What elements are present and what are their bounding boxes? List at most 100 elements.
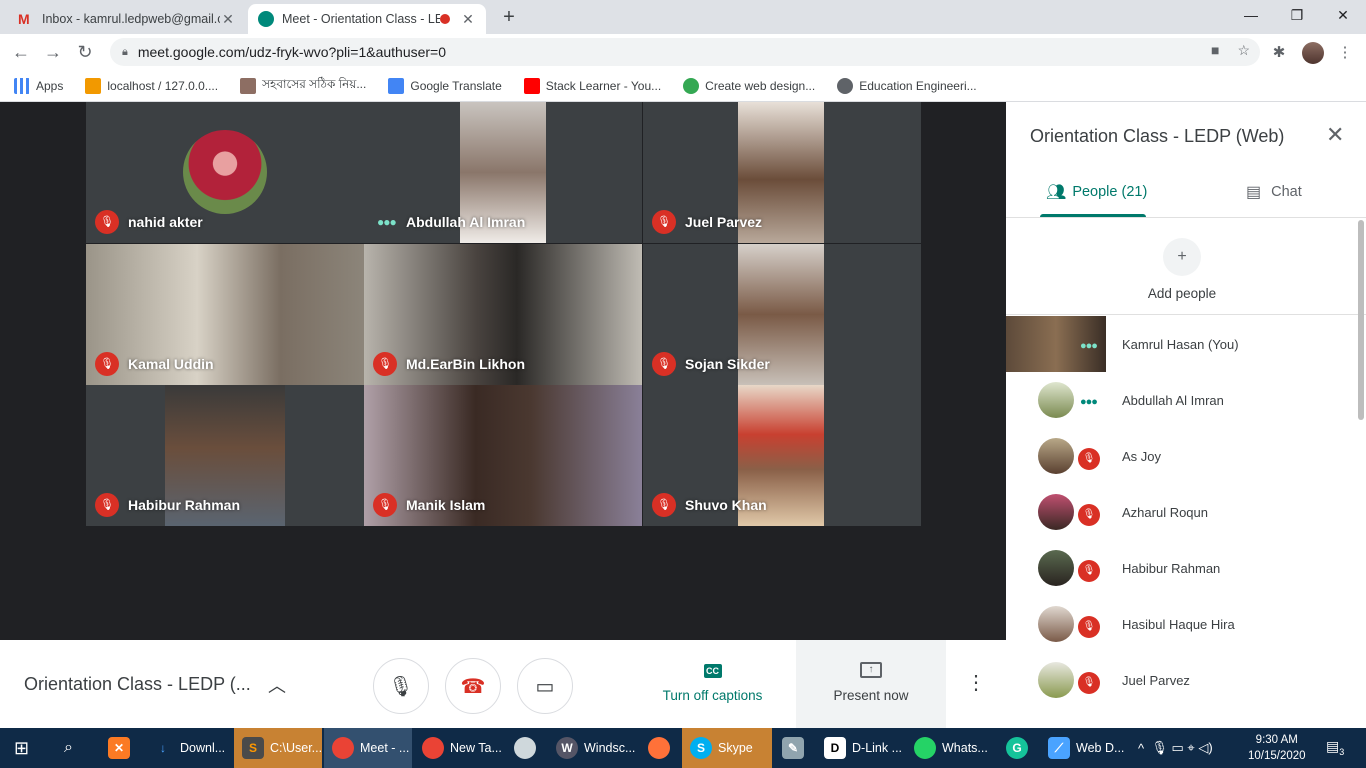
menu-icon[interactable]: ⋮ (1334, 42, 1356, 64)
people-tab-label: People (21) (1072, 184, 1148, 200)
participant-name: Shuvo Khan (685, 497, 767, 513)
tab-meet[interactable]: Meet - Orientation Class - LE ✕ (248, 4, 486, 34)
microphone-icon: 🎙︎ (388, 676, 414, 698)
taskbar-app[interactable]: ✎ (774, 728, 814, 768)
address-bar[interactable]: 🔒︎ meet.google.com/udz-fryk-wvo?pli=1&au… (110, 38, 1260, 66)
person-name: Abdullah Al Imran (1122, 393, 1224, 408)
people-list-item[interactable]: ●●● Abdullah Al Imran (1006, 372, 1356, 428)
taskbar-app[interactable] (506, 728, 546, 768)
bookmark-localhost[interactable]: localhost / 127.0.0.... (85, 77, 218, 94)
people-list-item[interactable]: ●●● Kamrul Hasan (You) (1006, 316, 1356, 372)
bookmark-star-icon[interactable]: ☆ (1237, 42, 1250, 59)
clock[interactable]: 9:30 AM 10/15/2020 (1248, 732, 1306, 764)
people-list-item[interactable]: 🎙︎ Juel Parvez (1006, 652, 1356, 708)
participant-tile[interactable]: 🎙︎ Manik Islam (364, 385, 642, 526)
notifications-icon[interactable]: ▤3 (1326, 738, 1344, 757)
taskbar-app[interactable]: D D-Link ... (816, 728, 904, 768)
minimize-button[interactable]: — (1236, 4, 1266, 26)
microphone-button[interactable]: 🎙︎ (373, 658, 429, 714)
avatar (1038, 494, 1074, 530)
bookmark-stack-learner[interactable]: Stack Learner - You... (523, 77, 661, 94)
leave-call-button[interactable]: ☎︎ (445, 658, 501, 714)
camera-icon[interactable]: ■ (1211, 42, 1219, 59)
mic-off-icon: 🎙︎ (1078, 560, 1100, 582)
mic-off-icon: 🎙︎ (652, 493, 676, 517)
taskbar-app[interactable]: ↓ Downl... (144, 728, 230, 768)
speaking-indicator-icon: ●●● (1080, 340, 1098, 352)
taskbar-app[interactable]: New Ta... (414, 728, 502, 768)
people-list-item[interactable]: 🎙︎ As Joy (1006, 428, 1356, 484)
avatar (1038, 382, 1074, 418)
participant-name: Kamal Uddin (128, 356, 214, 372)
people-list-item[interactable]: 🎙︎ Azharul Roqun (1006, 484, 1356, 540)
divider (1006, 217, 1366, 218)
more-options-icon[interactable]: ⋮ (966, 670, 986, 695)
meet-icon (258, 11, 274, 27)
close-tab-icon[interactable]: ✕ (460, 11, 476, 28)
chevron-up-icon[interactable]: ^ (1138, 741, 1144, 756)
participant-tile[interactable]: 🎙︎ Kamal Uddin (86, 244, 364, 385)
extensions-icon[interactable]: ✱ (1268, 42, 1290, 64)
taskbar-app[interactable]: ⟋ Web D... (1040, 728, 1126, 768)
people-list-item[interactable]: 🎙︎ Hasibul Haque Hira (1006, 596, 1356, 652)
participant-tile[interactable]: 🎙︎ Shuvo Khan (643, 385, 921, 526)
person-name: As Joy (1122, 449, 1162, 464)
tab-title: Inbox - kamrul.ledpweb@gmail.c (42, 12, 220, 26)
taskbar-app[interactable]: W Windsc... (548, 728, 638, 768)
meeting-title[interactable]: Orientation Class - LEDP (... (24, 674, 251, 695)
close-icon[interactable]: ✕ (1326, 122, 1344, 148)
add-people-button[interactable]: + Add people (1126, 238, 1238, 301)
bookmark-bangla[interactable]: সহবাসের সঠিক নিয়... (240, 76, 366, 96)
clock-time: 9:30 AM (1255, 734, 1298, 746)
participant-tile[interactable]: 🎙︎ Md.EarBin Likhon (364, 244, 642, 385)
taskbar-app[interactable]: ✕ (100, 728, 142, 768)
bookmark-create-web-design[interactable]: Create web design... (683, 77, 815, 94)
chevron-up-icon[interactable]: ︿ (268, 672, 286, 698)
mic-off-icon: 🎙︎ (652, 352, 676, 376)
avatar (1038, 438, 1074, 474)
mic-off-icon: 🎙︎ (1078, 448, 1100, 470)
close-tab-icon[interactable]: ✕ (220, 11, 236, 28)
participant-tile[interactable]: 🎙︎ nahid akter (86, 102, 364, 243)
people-list-item[interactable]: 🎙︎ Habibur Rahman (1006, 540, 1356, 596)
system-tray[interactable]: ^ 🎙︎ ▭ ⌖ ◁) (1130, 728, 1246, 768)
tab-people[interactable]: 👥︎ People (21) (1046, 182, 1147, 202)
captions-button[interactable]: CC Turn off captions (650, 662, 775, 703)
taskbar-app[interactable]: G (998, 728, 1038, 768)
tab-gmail-inbox[interactable]: M Inbox - kamrul.ledpweb@gmail.c ✕ (8, 4, 246, 34)
present-now-button[interactable]: ↑ Present now (796, 640, 946, 728)
search-icon[interactable]: ⌕ (56, 728, 90, 768)
profile-avatar[interactable] (1302, 42, 1324, 64)
maximize-button[interactable]: ❐ (1282, 4, 1312, 26)
taskbar-app[interactable]: Meet - ... (324, 728, 412, 768)
reload-icon[interactable]: ↻ (72, 40, 98, 64)
back-icon[interactable]: ← (8, 40, 34, 64)
gmail-icon: M (18, 11, 30, 27)
start-windows-icon[interactable]: ⊞ (6, 728, 40, 768)
xampp-icon: ✕ (108, 737, 130, 759)
participant-tile[interactable]: 🎙︎ Sojan Sikder (643, 244, 921, 385)
volume-icon: ◁) (1198, 740, 1213, 755)
taskbar-app[interactable]: S Skype (682, 728, 772, 768)
person-name: Kamrul Hasan (You) (1122, 337, 1239, 352)
mic-off-icon: 🎙︎ (95, 493, 119, 517)
taskbar-app[interactable]: S C:\User... (234, 728, 322, 768)
sublime-icon: S (242, 737, 264, 759)
participant-tile[interactable]: 🎙︎ Juel Parvez (643, 102, 921, 243)
panel-scrollbar[interactable] (1358, 220, 1364, 420)
bookmark-apps[interactable]: Apps (14, 77, 63, 94)
tab-chat[interactable]: ▤ Chat (1246, 182, 1302, 202)
camera-button[interactable]: ▭ (517, 658, 573, 714)
forward-icon[interactable]: → (40, 40, 66, 64)
close-window-button[interactable]: ✕ (1328, 4, 1358, 26)
participant-tile[interactable]: ●●● Abdullah Al Imran (364, 102, 642, 243)
taskbar-app[interactable]: Whats... (906, 728, 996, 768)
chrome-icon (332, 737, 354, 759)
participant-tile[interactable]: 🎙︎ Habibur Rahman (86, 385, 364, 526)
person-name: Habibur Rahman (1122, 561, 1221, 576)
new-tab-button[interactable]: + (498, 6, 520, 28)
bookmark-education-engineering[interactable]: Education Engineeri... (837, 77, 977, 94)
bookmark-google-translate[interactable]: Google Translate (388, 77, 502, 94)
taskbar-app[interactable] (640, 728, 680, 768)
avatar (1038, 662, 1074, 698)
